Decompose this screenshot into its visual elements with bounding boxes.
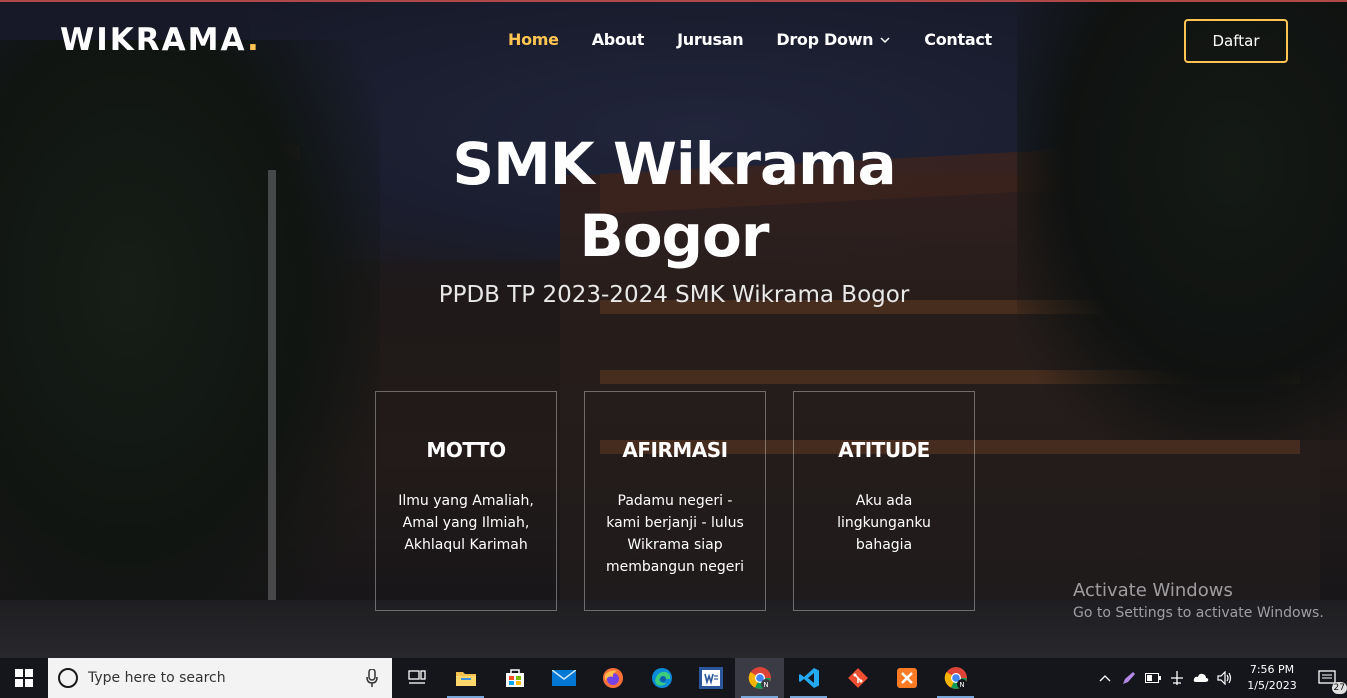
hero-title: SMK Wikrama Bogor	[374, 128, 974, 272]
nav-about[interactable]: About	[592, 30, 645, 49]
volume-icon[interactable]	[1213, 658, 1237, 698]
box-text: Ilmu yang Amaliah, Amal yang Ilmiah, Akh…	[398, 493, 534, 553]
box-title: AFIRMASI	[622, 438, 728, 462]
hero-title-line1: SMK Wikrama	[452, 130, 896, 198]
nav-contact[interactable]: Contact	[924, 30, 992, 49]
search-placeholder: Type here to search	[88, 670, 226, 686]
microphone-icon[interactable]	[366, 669, 378, 687]
daftar-button[interactable]: Daftar	[1184, 19, 1288, 63]
taskbar-search[interactable]: Type here to search	[48, 658, 392, 698]
svg-text:N: N	[959, 681, 964, 689]
start-button[interactable]	[0, 658, 48, 698]
clock-date: 1/5/2023	[1247, 679, 1297, 692]
file-explorer-icon[interactable]	[441, 658, 490, 698]
word-icon[interactable]	[686, 658, 735, 698]
watermark-subtitle: Go to Settings to activate Windows.	[1073, 605, 1324, 621]
notification-badge: 27	[1331, 682, 1347, 694]
chrome-icon[interactable]: N	[931, 658, 980, 698]
firefox-icon[interactable]	[588, 658, 637, 698]
xampp-icon[interactable]	[882, 658, 931, 698]
chevron-down-icon	[880, 36, 890, 43]
box-title: ATITUDE	[838, 438, 930, 462]
nav-home[interactable]: Home	[508, 30, 559, 49]
edge-icon[interactable]	[637, 658, 686, 698]
svg-text:N: N	[763, 681, 768, 689]
battery-icon[interactable]	[1141, 658, 1165, 698]
clock-time: 7:56 PM	[1249, 663, 1295, 676]
system-tray: 7:56 PM 1/5/2023 27	[1093, 658, 1347, 698]
nav-dropdown[interactable]: Drop Down	[776, 30, 891, 49]
main-nav: Home About Jurusan Drop Down Contact	[508, 30, 1025, 49]
airplane-mode-icon[interactable]	[1165, 658, 1189, 698]
vscode-icon[interactable]	[784, 658, 833, 698]
logo-dot: .	[247, 22, 261, 58]
motto-box: MOTTO Ilmu yang Amaliah, Amal yang Ilmia…	[375, 391, 557, 611]
hero-title-line2: Bogor	[579, 202, 769, 270]
git-icon[interactable]	[833, 658, 882, 698]
logo-text: WIKRAMA	[60, 22, 248, 58]
task-view-icon[interactable]	[392, 658, 441, 698]
taskbar: Type here to search N N 7:56 PM 1/5/2023…	[0, 658, 1347, 698]
mail-icon[interactable]	[539, 658, 588, 698]
chevron-up-icon[interactable]	[1093, 658, 1117, 698]
nav-dropdown-label: Drop Down	[776, 30, 874, 49]
cloud-icon[interactable]	[1189, 658, 1213, 698]
notification-center-button[interactable]: 27	[1307, 658, 1347, 698]
watermark-title: Activate Windows	[1073, 580, 1233, 601]
clock[interactable]: 7:56 PM 1/5/2023	[1237, 662, 1307, 694]
top-border	[0, 0, 1347, 2]
box-title: MOTTO	[426, 438, 506, 462]
site-logo[interactable]: WIKRAMA.	[60, 22, 261, 58]
box-text: Padamu negeri - kami berjanji - lulus Wi…	[606, 493, 744, 575]
windows-icon	[15, 669, 33, 687]
box-text: Aku ada lingkunganku bahagia	[837, 493, 931, 553]
activate-windows-watermark: Activate Windows Go to Settings to activ…	[1073, 580, 1324, 621]
pen-icon[interactable]	[1117, 658, 1141, 698]
afirmasi-box: AFIRMASI Padamu negeri - kami berjanji -…	[584, 391, 766, 611]
store-icon[interactable]	[490, 658, 539, 698]
nav-jurusan[interactable]: Jurusan	[677, 30, 744, 49]
atitude-box: ATITUDE Aku ada lingkunganku bahagia	[793, 391, 975, 611]
cortana-icon	[58, 668, 78, 688]
chrome-icon[interactable]: N	[735, 658, 784, 698]
hero-subtitle: PPDB TP 2023-2024 SMK Wikrama Bogor	[438, 282, 910, 308]
